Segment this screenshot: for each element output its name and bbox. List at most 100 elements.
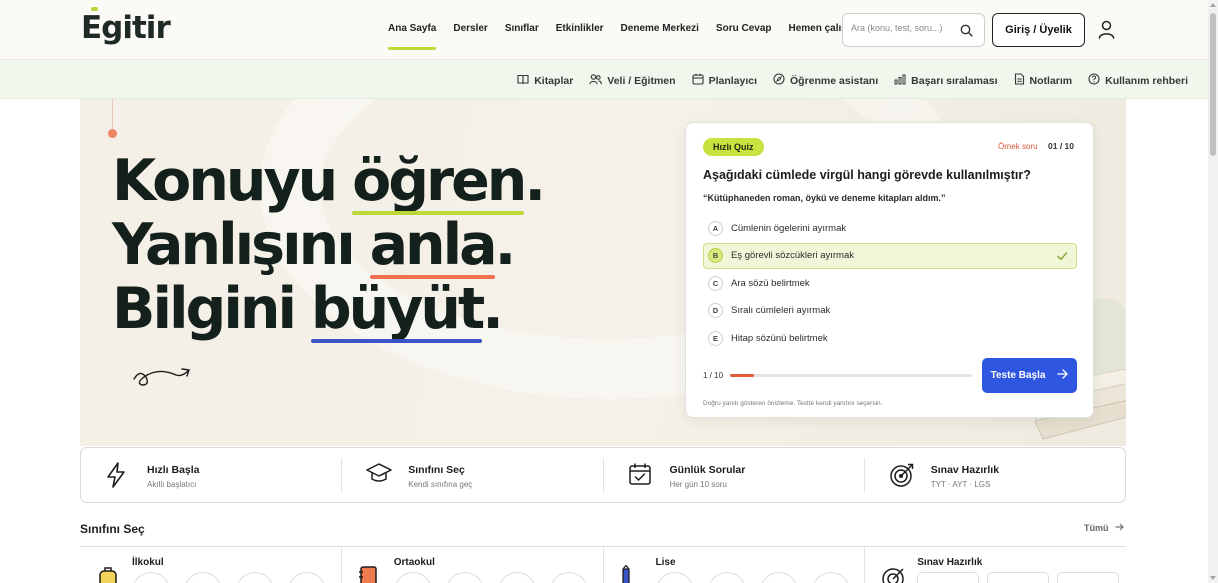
grade-option[interactable]: [811, 572, 850, 583]
check-icon: [1056, 250, 1068, 265]
hero-highlight-grow: büyüt: [310, 277, 485, 343]
hero-highlight-understand: anla: [369, 213, 498, 279]
search-box: [842, 13, 985, 47]
subnav-item-learning-assistant[interactable]: Öğrenme asistanı: [773, 73, 878, 88]
view-all-link[interactable]: Tümü: [1084, 523, 1124, 533]
feature-exam-prep[interactable]: Sınav Hazırlık TYT · AYT · LGS: [865, 458, 1125, 492]
quiz-option-d[interactable]: D Sıralı cümleleri ayırmak: [703, 298, 1077, 324]
brand-logo[interactable]: Egitir: [81, 10, 171, 46]
grade-option[interactable]: [184, 572, 222, 583]
quiz-option-c[interactable]: C Ara sözü belirtmek: [703, 270, 1077, 296]
calendar-check-icon: [628, 462, 652, 491]
quiz-example-label: Örnek soru: [998, 142, 1038, 151]
quiz-progress-bar: [730, 374, 972, 377]
hero-line-1-prefix: Konuyu: [112, 148, 353, 214]
notebook-icon: [358, 565, 378, 583]
hero-line-2-suffix: .: [494, 212, 517, 278]
exam-option[interactable]: [987, 572, 1050, 583]
quiz-option-e[interactable]: E Hitap sözünü belirtmek: [703, 325, 1077, 351]
start-test-button[interactable]: Teste Başla: [982, 358, 1077, 393]
grade-option[interactable]: [549, 572, 588, 583]
feature-title: Hızlı Başla: [147, 464, 200, 476]
arrow-right-icon: [1115, 523, 1124, 533]
level-name: Sınav Hazırlık: [917, 557, 983, 568]
grade-option[interactable]: [236, 572, 274, 583]
note-icon: [1014, 73, 1025, 88]
search-input[interactable]: [851, 23, 955, 33]
grade-option[interactable]: [132, 572, 170, 583]
subnav-item-notes[interactable]: Notlarım: [1014, 73, 1072, 88]
hero-line-3-prefix: Bilgini: [112, 276, 311, 342]
page-scrollbar[interactable]: [1208, 0, 1218, 583]
feature-daily-questions[interactable]: Günlük Sorular Her gün 10 soru: [604, 458, 865, 492]
secondary-nav: Kitaplar Veli / Eğitmen Planlayıcı Öğren…: [0, 60, 1208, 99]
view-all-label: Tümü: [1084, 523, 1109, 533]
option-text: Eş görevli sözcükleri ayırmak: [731, 250, 855, 261]
feature-subtitle: Kendi sınıfına geç: [408, 480, 473, 489]
subnav-item-user-guide[interactable]: Kullanım rehberi: [1088, 73, 1188, 88]
pencil-icon: [620, 564, 632, 583]
feature-strip: Hızlı Başla Akıllı başlatıcı Sınıfını Se…: [80, 447, 1126, 503]
nav-item-home[interactable]: Ana Sayfa: [388, 23, 437, 50]
level-primary[interactable]: İlkokul: [80, 547, 342, 583]
grade-option[interactable]: [497, 572, 536, 583]
grade-option[interactable]: [759, 572, 798, 583]
grade-options: [132, 572, 326, 583]
option-text: Cümlenin ögelerini ayırmak: [731, 222, 847, 234]
option-letter: A: [708, 220, 723, 236]
feature-title: Sınav Hazırlık: [930, 464, 1000, 476]
exam-option[interactable]: [917, 572, 980, 583]
scroll-down-arrow-icon[interactable]: [1210, 576, 1216, 580]
section-title: Sınıfını Seç: [80, 522, 145, 536]
hero-line-3-suffix: .: [482, 276, 504, 342]
level-high-school[interactable]: Lise: [604, 547, 866, 583]
grade-option[interactable]: [445, 572, 484, 583]
level-middle[interactable]: Ortaokul: [342, 547, 604, 583]
login-button[interactable]: Giriş / Üyelik: [992, 13, 1085, 47]
grade-option[interactable]: [655, 572, 694, 583]
feature-subtitle: Akıllı başlatıcı: [147, 480, 197, 489]
hero-headline: Konuyu öğren. Yanlışını anla. Bilgini bü…: [112, 148, 546, 343]
grade-option[interactable]: [393, 572, 432, 583]
level-name: Lise: [655, 557, 676, 568]
decor-pin: [108, 129, 117, 138]
subnav-item-ranking[interactable]: Başarı sıralaması: [894, 73, 998, 88]
feature-title: Günlük Sorular: [669, 464, 746, 476]
quiz-option-a[interactable]: A Cümlenin ögelerini ayırmak: [703, 215, 1077, 241]
option-text: Sıralı cümleleri ayırmak: [731, 305, 831, 316]
feature-subtitle: TYT · AYT · LGS: [930, 480, 991, 489]
nav-item-activities[interactable]: Etkinlikler: [556, 23, 604, 34]
level-name: Ortaokul: [393, 557, 435, 568]
option-letter: D: [708, 303, 723, 318]
quick-quiz-card: Hızlı Quiz Örnek soru 01 / 10 Aşağıdaki …: [685, 122, 1094, 418]
scrollbar-thumb[interactable]: [1210, 13, 1216, 156]
subnav-item-parent-teacher[interactable]: Veli / Eğitmen: [589, 73, 676, 88]
quiz-option-b[interactable]: B Eş görevli sözcükleri ayırmak: [703, 242, 1077, 269]
nav-item-exam-center[interactable]: Deneme Merkezi: [621, 23, 699, 34]
curly-arrow-icon: [132, 365, 194, 394]
nav-item-study-now[interactable]: Hemen çalış: [789, 23, 847, 34]
subnav-item-label: Kitaplar: [534, 74, 574, 87]
option-letter: E: [708, 330, 723, 346]
search-icon[interactable]: [960, 24, 973, 42]
level-exam-prep[interactable]: Sınav Hazırlık: [865, 547, 1126, 583]
grade-option[interactable]: [707, 572, 746, 583]
quiz-preview-note: Doğru yanıtı gösteren önizleme. Testte k…: [703, 400, 883, 407]
book-icon: [517, 74, 529, 88]
feature-subtitle: Her gün 10 soru: [669, 480, 727, 489]
quiz-counter: 01 / 10: [1048, 141, 1074, 151]
nav-item-qa[interactable]: Soru Cevap: [716, 23, 772, 34]
nav-item-lessons[interactable]: Dersler: [453, 23, 487, 34]
option-letter: C: [708, 275, 723, 291]
nav-item-classes[interactable]: Sınıflar: [505, 23, 539, 34]
logo-accent-mark: [91, 7, 98, 11]
grade-option[interactable]: [288, 572, 326, 583]
feature-title: Sınıfını Seç: [408, 464, 465, 476]
feature-quick-start[interactable]: Hızlı Başla Akıllı başlatıcı: [81, 458, 343, 492]
feature-select-class[interactable]: Sınıfını Seç Kendi sınıfına geç: [342, 458, 604, 492]
user-icon[interactable]: [1098, 20, 1115, 44]
scroll-up-arrow-icon[interactable]: [1210, 3, 1216, 7]
exam-option[interactable]: [1057, 572, 1120, 583]
subnav-item-planner[interactable]: Planlayıcı: [692, 73, 757, 88]
subnav-item-books[interactable]: Kitaplar: [517, 73, 573, 88]
